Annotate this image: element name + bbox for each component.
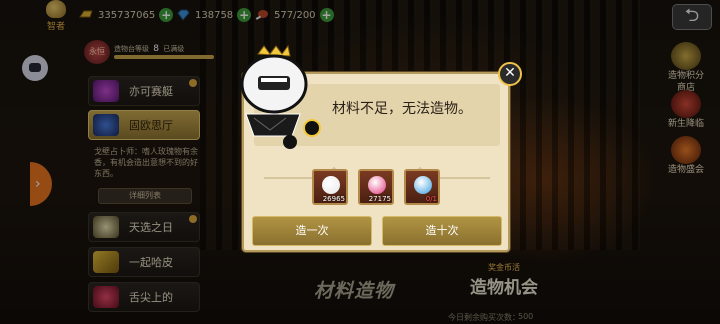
close-icon: ✕	[504, 65, 516, 81]
dialog-message: 材料不足，无法造物。	[332, 101, 472, 117]
material-slot-blue-flame[interactable]: 0/1	[404, 169, 440, 205]
blue-flame-icon	[414, 176, 432, 194]
material-slot-heart[interactable]: 27175	[358, 169, 394, 205]
material-count: 0/1	[425, 195, 437, 203]
mascot-character-icon	[240, 44, 321, 149]
material-slot-skull[interactable]: 26965	[312, 169, 348, 205]
material-count: 27175	[368, 195, 391, 203]
create-ten-times-button[interactable]: 造十次	[382, 216, 502, 246]
skull-icon	[322, 176, 340, 194]
close-dialog-button[interactable]: ✕	[498, 62, 522, 86]
create-once-button[interactable]: 造一次	[252, 216, 372, 246]
material-count: 26965	[322, 195, 345, 203]
heart-gem-icon	[368, 176, 386, 194]
